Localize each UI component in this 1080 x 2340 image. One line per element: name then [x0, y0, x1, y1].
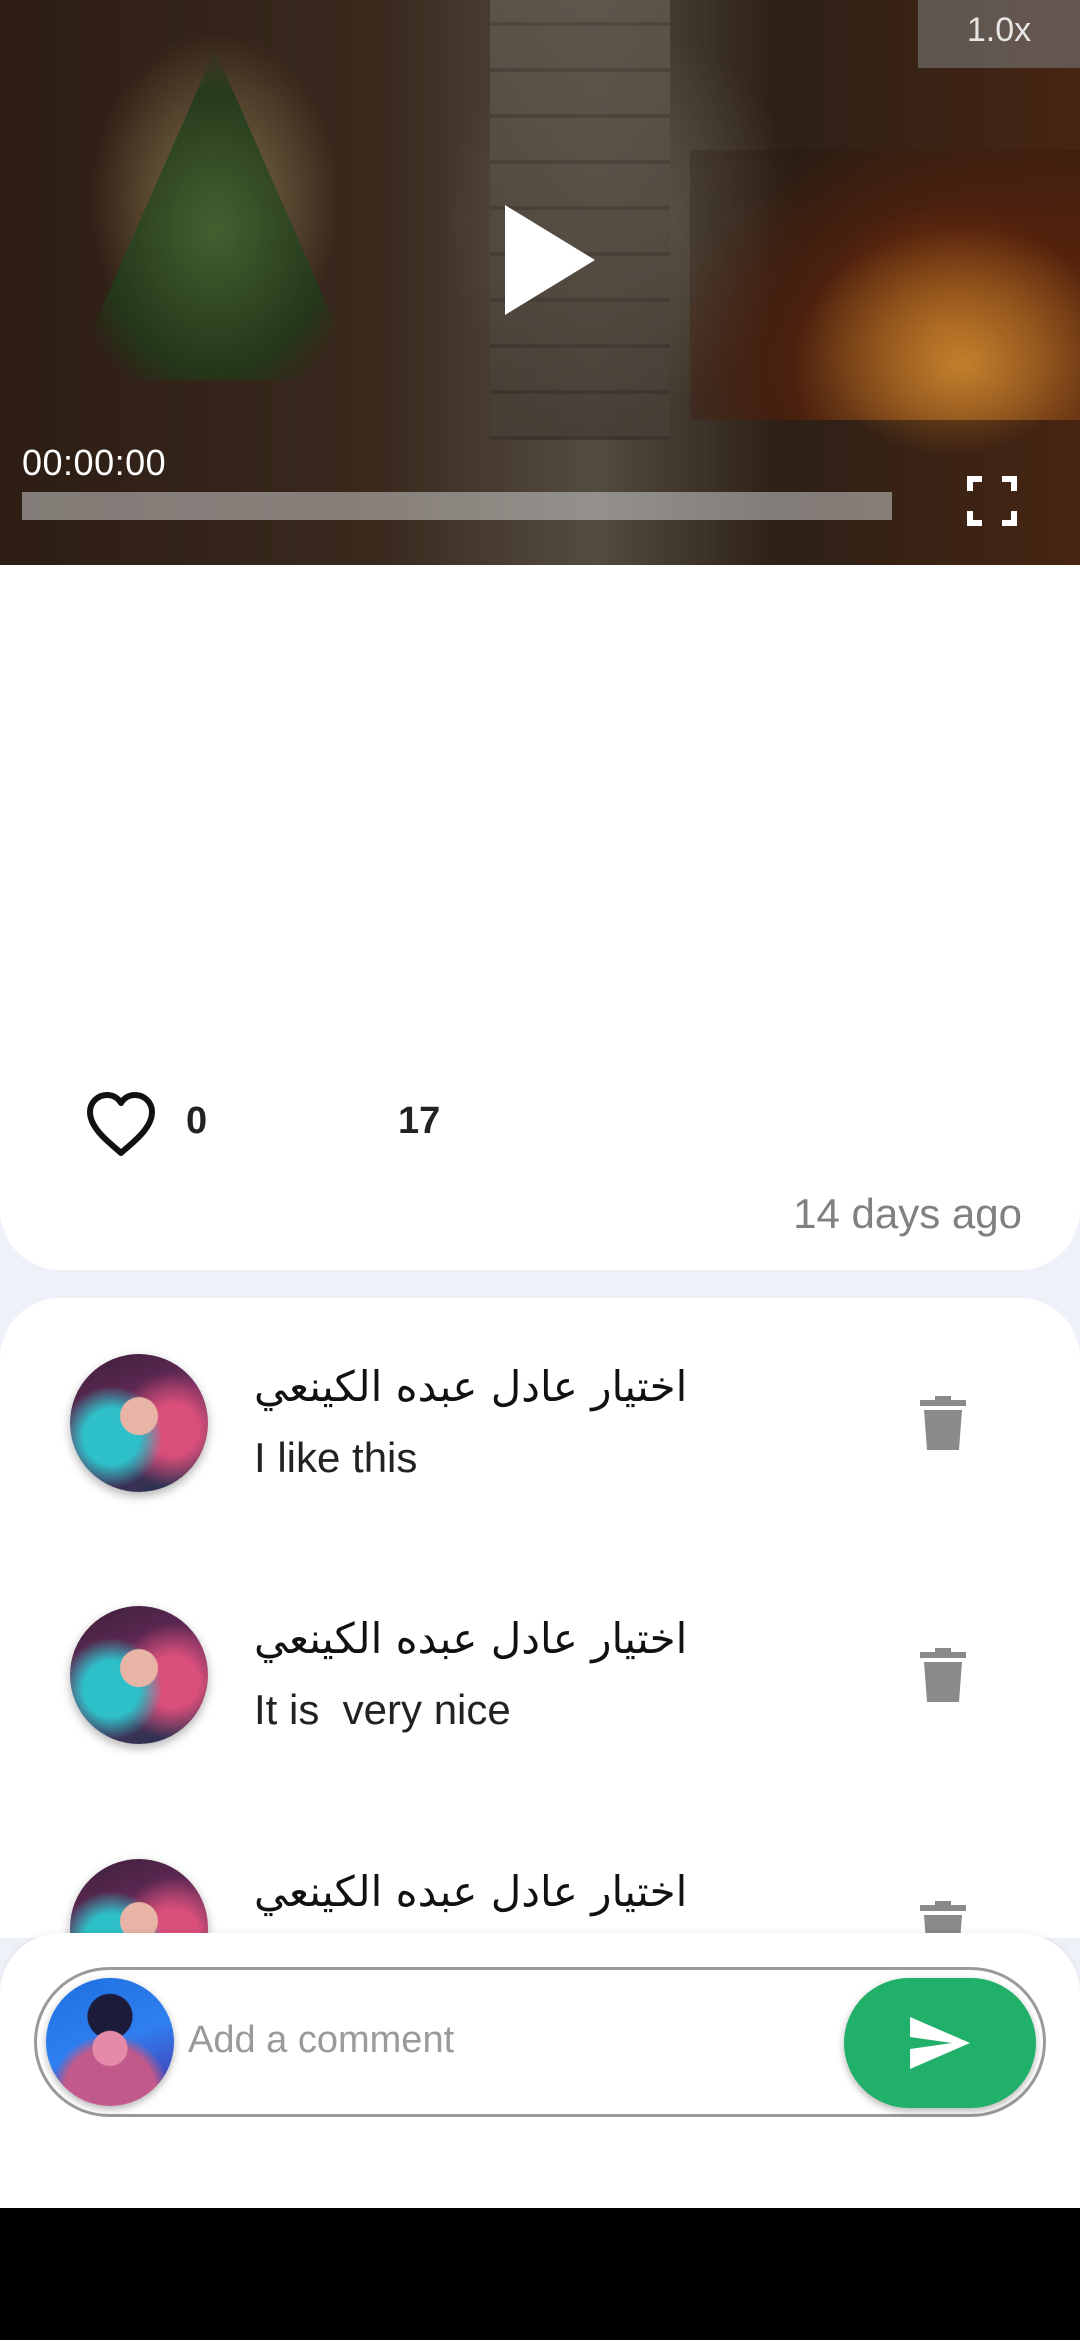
comment-item: اختيار عادل عبده الكينعي [0, 1803, 1080, 1938]
system-navigation-bar [0, 2208, 1080, 2340]
comment-text: It is very nice [254, 1686, 511, 1733]
post-timestamp: 14 days ago [793, 1190, 1022, 1237]
send-button[interactable] [844, 1978, 1036, 2108]
comment-input[interactable] [186, 1990, 826, 2090]
comment-author: اختيار عادل عبده الكينعي [254, 1867, 688, 1916]
avatar[interactable] [70, 1354, 208, 1492]
avatar[interactable] [70, 1859, 208, 1938]
send-icon [910, 2017, 970, 2069]
comment-item: اختيار عادل عبده الكينعي It is very nice [0, 1550, 1080, 1744]
comment-item: اختيار عادل عبده الكينعي I like this [0, 1298, 1080, 1492]
avatar[interactable] [46, 1978, 174, 2106]
heart-outline-icon[interactable] [84, 1090, 158, 1158]
trash-icon[interactable] [918, 1648, 968, 1704]
trash-icon[interactable] [918, 1396, 968, 1452]
comment-author: اختيار عادل عبده الكينعي [254, 1614, 688, 1663]
comment-text: I like this [254, 1434, 418, 1481]
play-icon[interactable] [505, 205, 595, 315]
views-count: 17 [398, 1100, 441, 1142]
video-time: 00:00:00 [22, 442, 167, 483]
video-progress-bar[interactable] [22, 492, 892, 520]
likes-count: 0 [186, 1100, 208, 1142]
video-player[interactable]: 1.0x 00:00:00 [0, 0, 1080, 565]
comments-list[interactable]: اختيار عادل عبده الكينعي I like this اخت… [0, 1298, 1080, 1938]
comment-author: اختيار عادل عبده الكينعي [254, 1362, 688, 1411]
avatar[interactable] [70, 1606, 208, 1744]
playback-speed-button[interactable]: 1.0x [918, 0, 1080, 68]
post-card [0, 565, 1080, 1270]
fullscreen-icon[interactable] [966, 475, 1018, 527]
